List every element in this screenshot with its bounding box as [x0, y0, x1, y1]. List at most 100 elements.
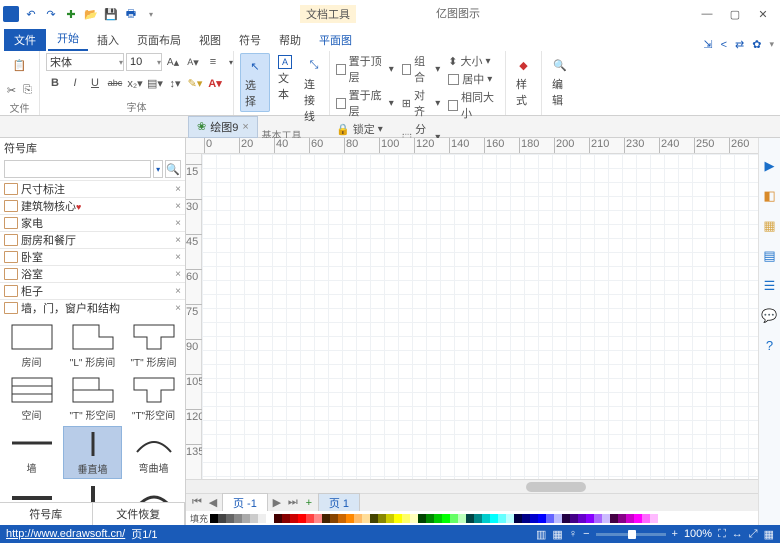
- ruler-vertical[interactable]: 153045607590105120135150: [186, 154, 202, 479]
- color-swatch[interactable]: [354, 514, 362, 523]
- tab-file[interactable]: 文件: [4, 29, 46, 51]
- bullets-icon[interactable]: ▤▾: [146, 74, 164, 92]
- tab-file-recovery[interactable]: 文件恢复: [93, 503, 186, 525]
- color-swatch[interactable]: [530, 514, 538, 523]
- color-swatch[interactable]: [234, 514, 242, 523]
- shape-item[interactable]: 弧形外墙: [124, 481, 183, 502]
- close-icon[interactable]: ×: [175, 184, 181, 195]
- color-swatch[interactable]: [434, 514, 442, 523]
- tab-symbol-library[interactable]: 符号库: [0, 503, 93, 525]
- view-mode-3-icon[interactable]: ♀: [569, 528, 577, 540]
- tab-layout[interactable]: 页面布局: [128, 29, 190, 51]
- text-tool[interactable]: A文本: [274, 53, 296, 104]
- search-input[interactable]: [4, 160, 151, 178]
- color-swatch[interactable]: [490, 514, 498, 523]
- shape-item[interactable]: 墙: [2, 426, 61, 479]
- color-swatch[interactable]: [482, 514, 490, 523]
- redo-icon[interactable]: ↷: [42, 5, 60, 23]
- color-swatch[interactable]: [450, 514, 458, 523]
- tab-plan[interactable]: 平面图: [310, 29, 361, 51]
- color-swatch[interactable]: [466, 514, 474, 523]
- fit-page-icon[interactable]: ⛶: [718, 528, 726, 541]
- page-first-icon[interactable]: ⏮: [190, 496, 204, 509]
- style-button[interactable]: ◆样式: [512, 53, 535, 110]
- category-item[interactable]: 浴室×: [0, 265, 185, 282]
- panel-help-icon[interactable]: ?: [766, 338, 773, 353]
- tab-symbol[interactable]: 符号: [230, 29, 270, 51]
- color-swatch[interactable]: [402, 514, 410, 523]
- color-swatch[interactable]: [258, 514, 266, 523]
- shape-item[interactable]: 房间: [2, 320, 61, 371]
- color-swatch[interactable]: [290, 514, 298, 523]
- color-swatch[interactable]: [298, 514, 306, 523]
- increase-font-icon[interactable]: A▴: [164, 53, 182, 71]
- paste-icon[interactable]: 📋: [8, 53, 32, 77]
- page-prev-icon[interactable]: ◀: [206, 496, 220, 509]
- shape-item[interactable]: 空间: [2, 373, 61, 424]
- color-swatch[interactable]: [626, 514, 634, 523]
- color-swatch[interactable]: [498, 514, 506, 523]
- color-swatch[interactable]: [618, 514, 626, 523]
- color-swatch[interactable]: [346, 514, 354, 523]
- panel-comments-icon[interactable]: 💬: [761, 308, 777, 324]
- color-swatch[interactable]: [226, 514, 234, 523]
- color-swatch[interactable]: [210, 514, 218, 523]
- bring-front[interactable]: 置于顶层▾: [336, 53, 394, 85]
- maximize-button[interactable]: ▢: [728, 8, 742, 21]
- color-swatch[interactable]: [250, 514, 258, 523]
- grid-toggle-icon[interactable]: ▦: [764, 528, 774, 541]
- close-icon[interactable]: ×: [175, 235, 181, 246]
- decrease-font-icon[interactable]: A▾: [184, 53, 202, 71]
- color-swatch[interactable]: [306, 514, 314, 523]
- cut-icon[interactable]: ✂: [5, 81, 19, 99]
- page-last-icon[interactable]: ⏭: [286, 496, 300, 509]
- panel-layers-icon[interactable]: ☰: [764, 278, 776, 294]
- align-left-icon[interactable]: ≡: [204, 53, 222, 71]
- doc-tab-close-icon[interactable]: ×: [242, 121, 248, 133]
- collapse-ribbon-icon[interactable]: ▾: [769, 39, 774, 50]
- highlight-icon[interactable]: ✎▾: [186, 74, 204, 92]
- page-tab-1[interactable]: 页 -1: [222, 493, 268, 513]
- close-icon[interactable]: ×: [175, 269, 181, 280]
- qat-more-icon[interactable]: ▾: [142, 5, 160, 23]
- shape-item[interactable]: 弯曲墙: [124, 426, 183, 479]
- ruler-horizontal[interactable]: 0204060801001201401601802002102302402502…: [186, 138, 758, 154]
- color-swatch[interactable]: [514, 514, 522, 523]
- tab-view[interactable]: 视图: [190, 29, 230, 51]
- center[interactable]: 居中▾: [448, 71, 499, 87]
- tab-insert[interactable]: 插入: [88, 29, 128, 51]
- color-swatch[interactable]: [242, 514, 250, 523]
- shape-item[interactable]: 外墙: [2, 481, 61, 502]
- color-swatch[interactable]: [338, 514, 346, 523]
- undo-icon[interactable]: ↶: [22, 5, 40, 23]
- tab-help[interactable]: 帮助: [270, 29, 310, 51]
- cloud-icon[interactable]: ⇄: [735, 38, 744, 51]
- color-swatch[interactable]: [218, 514, 226, 523]
- category-item[interactable]: 建筑物核心♥×: [0, 197, 185, 214]
- font-size-select[interactable]: 10▾: [126, 53, 162, 71]
- export-icon[interactable]: ⇲: [703, 38, 712, 51]
- close-icon[interactable]: ×: [175, 218, 181, 229]
- color-swatch[interactable]: [538, 514, 546, 523]
- color-swatch[interactable]: [642, 514, 650, 523]
- fullscreen-icon[interactable]: ⤢: [749, 528, 758, 541]
- find-button[interactable]: 🔍编辑: [548, 53, 572, 110]
- open-icon[interactable]: 📂: [82, 5, 100, 23]
- category-item[interactable]: 柜子×: [0, 282, 185, 299]
- select-tool[interactable]: ↖选择: [240, 53, 270, 112]
- color-swatch[interactable]: [322, 514, 330, 523]
- color-swatch[interactable]: [442, 514, 450, 523]
- bold-button[interactable]: B: [46, 74, 64, 92]
- doc-tab-active[interactable]: ❀ 绘图9 ×: [188, 116, 258, 138]
- align[interactable]: ⊞对齐▾: [402, 87, 441, 119]
- panel-theme-icon[interactable]: ▦: [763, 218, 775, 234]
- status-url[interactable]: http://www.edrawsoft.cn/: [6, 528, 125, 540]
- shape-item[interactable]: 垂直外墙: [63, 481, 122, 502]
- category-item[interactable]: 墙，门，窗户和结构×: [0, 299, 185, 316]
- search-icon[interactable]: 🔍: [165, 160, 181, 178]
- view-mode-2-icon[interactable]: ▦: [552, 528, 562, 541]
- shape-item[interactable]: "T"形空间: [124, 373, 183, 424]
- new-icon[interactable]: ✚: [62, 5, 80, 23]
- panel-layout-icon[interactable]: ▤: [763, 248, 775, 264]
- color-swatch[interactable]: [378, 514, 386, 523]
